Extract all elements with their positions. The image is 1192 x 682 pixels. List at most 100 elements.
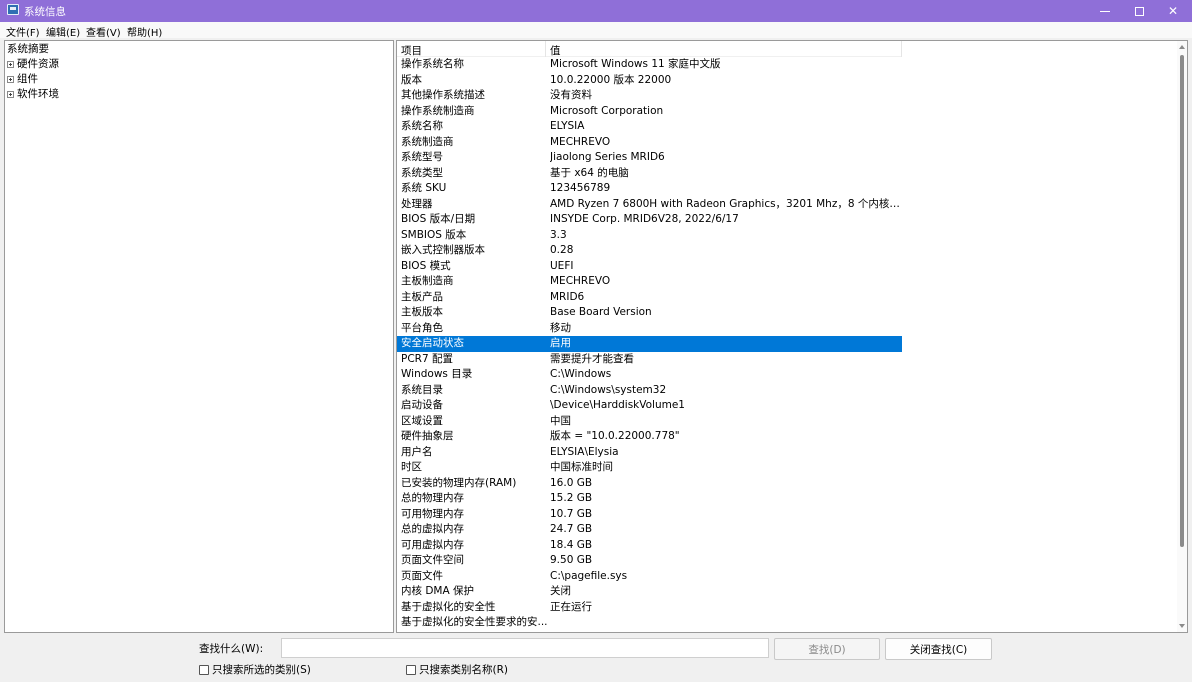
minimize-button[interactable] [1088,0,1122,22]
table-row[interactable]: PCR7 配置 需要提升才能查看 [397,352,902,368]
tree-item-hardware-resources[interactable]: 硬件资源 [7,57,59,72]
row-item-name: 总的物理内存 [401,492,464,504]
table-row[interactable]: 页面文件 C:\pagefile.sys [397,569,902,585]
row-item-name: 系统类型 [401,166,443,179]
table-row[interactable]: 总的虚拟内存 24.7 GB [397,522,902,538]
maximize-button[interactable] [1122,0,1156,22]
table-row[interactable]: 系统类型 基于 x64 的电脑 [397,166,902,182]
search-selected-category-checkbox[interactable]: 只搜索所选的类别(S) [199,662,311,677]
vertical-scrollbar[interactable] [1177,41,1187,632]
table-row[interactable]: 操作系统名称 Microsoft Windows 11 家庭中文版 [397,57,902,73]
table-row[interactable]: 嵌入式控制器版本 0.28 [397,243,902,259]
row-item-value: 123456789 [550,182,611,194]
tree-item-software-environment[interactable]: 软件环境 [7,87,59,102]
row-item-value: C:\Windows\system32 [550,383,667,396]
row-item-value: C:\Windows [550,368,612,380]
close-find-button[interactable]: 关闭查找(C) [885,638,992,660]
table-row[interactable]: 主板产品 MRID6 [397,290,902,306]
tree-item-label: 系统摘要 [7,43,49,55]
row-item-value: 18.4 GB [550,538,593,551]
tree-item-components[interactable]: 组件 [7,72,38,87]
table-row[interactable]: 可用物理内存 10.7 GB [397,507,902,523]
table-row[interactable]: 用户名 ELYSIA\Elysia [397,445,902,461]
row-item-name: 平台角色 [401,321,443,334]
column-divider[interactable] [901,41,902,57]
table-row[interactable]: 总的物理内存 15.2 GB [397,491,902,507]
row-item-value: 需要提升才能查看 [550,352,634,365]
table-row[interactable]: 硬件抽象层 版本 = "10.0.22000.778" [397,429,902,445]
table-row[interactable]: 已安装的物理内存(RAM) 16.0 GB [397,476,902,492]
row-item-value: INSYDE Corp. MRID6V28, 2022/6/17 [550,213,739,225]
table-row[interactable]: Windows 目录 C:\Windows [397,367,902,383]
menu-file[interactable]: 文件(F) [6,24,40,39]
table-row[interactable]: 主板制造商 MECHREVO [397,274,902,290]
expand-icon[interactable] [7,61,14,68]
row-item-value: 16.0 GB [550,476,593,489]
table-row[interactable]: 系统制造商 MECHREVO [397,135,902,151]
table-row[interactable]: 系统 SKU 123456789 [397,181,902,197]
expand-icon[interactable] [7,91,14,98]
table-row[interactable]: SMBIOS 版本 3.3 [397,228,902,244]
scroll-down-icon[interactable] [1179,624,1185,628]
table-row[interactable]: 基于虚拟化的安全性要求的安... [397,615,902,631]
row-item-name: SMBIOS 版本 [401,228,467,241]
row-item-name: Windows 目录 [401,368,473,380]
table-row[interactable]: 启动设备 \Device\HarddiskVolume1 [397,398,902,414]
row-item-value: 正在运行 [550,600,592,613]
menu-bar: 文件(F) 编辑(E) 查看(V) 帮助(H) [0,22,1192,39]
scrollbar-thumb[interactable] [1180,55,1184,547]
column-header-item[interactable]: 项目 [401,43,422,58]
list-header: 项目 值 [397,41,902,57]
row-item-name: 基于虚拟化的安全性要求的安... [401,616,548,628]
row-item-value: Microsoft Windows 11 家庭中文版 [550,58,721,70]
find-what-input[interactable] [281,638,769,658]
row-item-value: 9.50 GB [550,554,593,566]
row-item-name: 安全启动状态 [401,337,464,349]
row-item-name: BIOS 版本/日期 [401,213,476,225]
table-row[interactable]: 时区 中国标准时间 [397,460,902,476]
menu-view[interactable]: 查看(V) [86,24,121,39]
tree-item-system-summary[interactable]: 系统摘要 [7,42,49,57]
row-item-name: 区域设置 [401,414,443,427]
row-item-value: AMD Ryzen 7 6800H with Radeon Graphics，3… [550,197,900,210]
row-item-value: 10.0.22000 版本 22000 [550,73,672,86]
row-item-name: 时区 [401,461,422,473]
table-row[interactable]: 主板版本 Base Board Version [397,305,902,321]
table-row[interactable]: 操作系统制造商 Microsoft Corporation [397,104,902,120]
menu-help[interactable]: 帮助(H) [127,24,162,39]
table-row[interactable]: 区域设置 中国 [397,414,902,430]
row-item-value: 版本 = "10.0.22000.778" [550,430,680,442]
row-item-value: MECHREVO [550,275,611,287]
title-bar[interactable]: 系统信息 ✕ [0,0,1192,22]
table-row[interactable]: 系统名称 ELYSIA [397,119,902,135]
table-row[interactable]: 可用虚拟内存 18.4 GB [397,538,902,554]
search-category-names-checkbox[interactable]: 只搜索类别名称(R) [406,662,508,677]
scroll-up-icon[interactable] [1179,45,1185,49]
close-icon: ✕ [1167,4,1179,18]
find-button[interactable]: 查找(D) [774,638,880,660]
row-item-value: 中国标准时间 [550,461,613,473]
table-row[interactable]: 处理器 AMD Ryzen 7 6800H with Radeon Graphic… [397,197,902,213]
table-row[interactable]: BIOS 版本/日期 INSYDE Corp. MRID6V28, 2022/6/… [397,212,902,228]
table-row[interactable]: 其他操作系统描述 没有资料 [397,88,902,104]
table-row[interactable]: BIOS 模式 UEFI [397,259,902,275]
column-divider[interactable] [545,41,546,57]
table-row[interactable]: 系统目录 C:\Windows\system32 [397,383,902,399]
expand-icon[interactable] [7,76,14,83]
table-row[interactable]: 基于虚拟化的安全性 正在运行 [397,600,902,616]
table-row[interactable]: 内核 DMA 保护 关闭 [397,584,902,600]
details-list[interactable]: 项目 值 操作系统名称 Microsoft Windows 11 家庭中文版 版本 1… [396,40,1188,633]
checkbox-icon[interactable] [199,664,209,675]
category-tree[interactable]: 系统摘要 硬件资源 组件 软件环境 [4,40,394,633]
table-row[interactable]: 系统型号 Jiaolong Series MRID6 [397,150,902,166]
row-item-name: 用户名 [401,445,433,458]
column-header-value[interactable]: 值 [550,43,561,58]
table-row[interactable]: 版本 10.0.22000 版本 22000 [397,73,902,89]
row-item-value: 中国 [550,414,571,427]
checkbox-icon[interactable] [406,664,416,675]
table-row[interactable]: 页面文件空间 9.50 GB [397,553,902,569]
close-window-button[interactable]: ✕ [1156,0,1190,22]
menu-edit[interactable]: 编辑(E) [46,24,80,39]
table-row[interactable]: 安全启动状态 启用 [397,336,902,352]
table-row[interactable]: 平台角色 移动 [397,321,902,337]
